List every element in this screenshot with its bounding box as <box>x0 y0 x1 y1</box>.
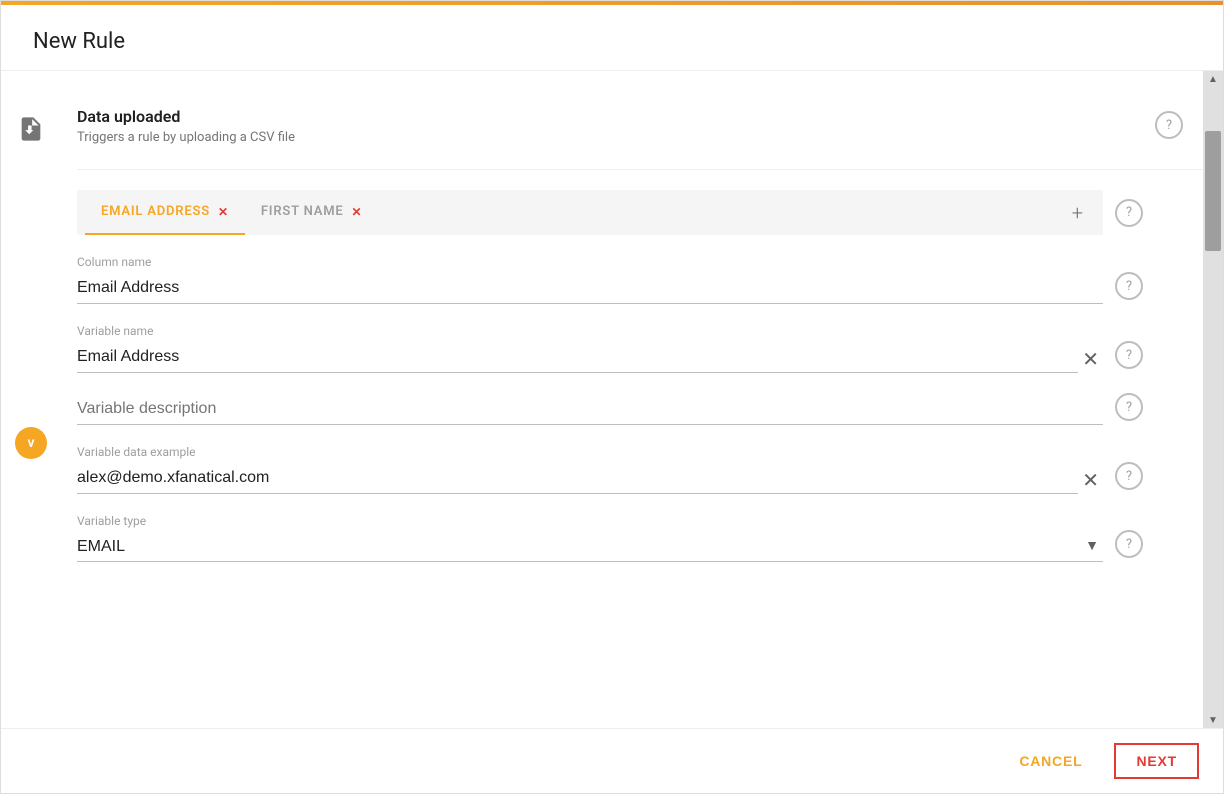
column-name-field: Column name ? <box>77 255 1143 304</box>
tabs-section: EMAIL ADDRESS ✕ FIRST NAME ✕ + ? <box>77 190 1143 235</box>
variable-name-help-icon[interactable]: ? <box>1115 341 1143 369</box>
column-name-help-icon[interactable]: ? <box>1115 272 1143 300</box>
variable-data-example-clear-icon[interactable]: ✕ <box>1078 470 1103 494</box>
column-name-input[interactable] <box>77 273 1103 304</box>
trigger-section: Data uploaded Triggers a rule by uploadi… <box>77 91 1203 170</box>
cancel-button[interactable]: CANCEL <box>1003 745 1098 777</box>
variable-type-select-wrapper: EMAIL TEXT NUMBER DATE ▼ <box>77 532 1103 562</box>
variable-name-clear-icon[interactable]: ✕ <box>1078 349 1103 373</box>
tab-first-name-close[interactable]: ✕ <box>352 206 363 218</box>
variable-type-select[interactable]: EMAIL TEXT NUMBER DATE <box>77 532 1103 562</box>
tabs-row: EMAIL ADDRESS ✕ FIRST NAME ✕ + <box>77 190 1103 235</box>
tab-first-name[interactable]: FIRST NAME ✕ <box>245 190 379 235</box>
scrollbar-track[interactable]: ▲ ▼ <box>1205 71 1221 728</box>
trigger-info: Data uploaded Triggers a rule by uploadi… <box>77 107 1155 145</box>
variable-name-label: Variable name <box>77 324 1078 338</box>
scrollbar-down-arrow[interactable]: ▼ <box>1205 712 1221 728</box>
tab-add-button[interactable]: + <box>1060 193 1095 233</box>
modal-body: v Data uploaded Triggers a rule by uploa… <box>1 71 1223 728</box>
main-content: Data uploaded Triggers a rule by uploadi… <box>61 71 1203 728</box>
form-section: Column name ? Variable name ✕ ? <box>77 255 1203 562</box>
variable-name-field: Variable name ✕ ? <box>77 324 1143 373</box>
variable-data-example-help-icon[interactable]: ? <box>1115 462 1143 490</box>
variable-description-field: ? <box>77 393 1143 425</box>
variable-type-field: Variable type EMAIL TEXT NUMBER DATE ▼ <box>77 514 1143 562</box>
right-scrollbar: ▲ ▼ <box>1203 71 1223 728</box>
tabs-help-icon[interactable]: ? <box>1115 199 1143 227</box>
scrollbar-thumb[interactable] <box>1205 131 1221 251</box>
upload-icon <box>13 111 49 147</box>
variable-description-input[interactable] <box>77 394 1103 425</box>
v-avatar-icon: v <box>15 427 47 459</box>
column-name-label: Column name <box>77 255 1103 269</box>
left-sidebar: v <box>1 71 61 728</box>
trigger-help-icon[interactable]: ? <box>1155 111 1183 139</box>
variable-data-example-input[interactable] <box>77 463 1078 494</box>
scrollbar-up-arrow[interactable]: ▲ <box>1205 71 1221 87</box>
variable-type-help-icon[interactable]: ? <box>1115 530 1143 558</box>
variable-data-example-label: Variable data example <box>77 445 1078 459</box>
modal-header: New Rule <box>1 5 1223 71</box>
tab-email-address-label: EMAIL ADDRESS <box>101 204 210 219</box>
modal-title: New Rule <box>33 29 1191 54</box>
next-button[interactable]: NEXT <box>1114 743 1199 779</box>
variable-name-input[interactable] <box>77 342 1078 373</box>
modal-container: New Rule v Data uploaded Triggers a rule… <box>0 0 1224 794</box>
tab-first-name-label: FIRST NAME <box>261 204 344 219</box>
trigger-title: Data uploaded <box>77 107 1155 126</box>
trigger-subtitle: Triggers a rule by uploading a CSV file <box>77 130 1155 145</box>
variable-data-example-field: Variable data example ✕ ? <box>77 445 1143 494</box>
tab-email-address-close[interactable]: ✕ <box>218 206 229 218</box>
variable-description-help-icon[interactable]: ? <box>1115 393 1143 421</box>
modal-footer: CANCEL NEXT <box>1 728 1223 793</box>
tab-email-address[interactable]: EMAIL ADDRESS ✕ <box>85 190 245 235</box>
variable-type-label: Variable type <box>77 514 1103 528</box>
